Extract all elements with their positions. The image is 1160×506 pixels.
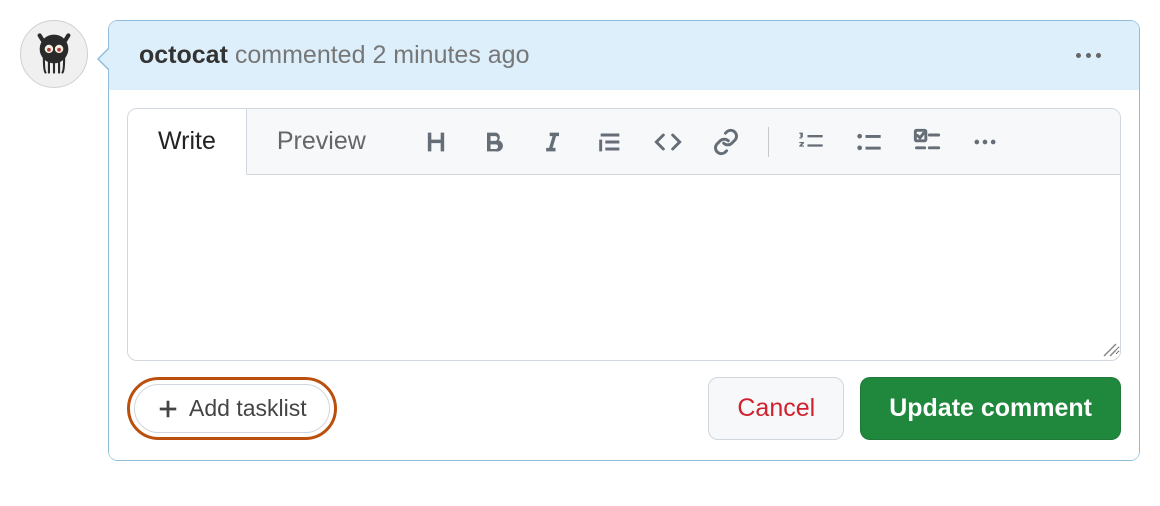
textarea-wrap <box>128 175 1120 360</box>
numbered-list-icon[interactable] <box>795 126 827 158</box>
avatar[interactable] <box>20 20 88 88</box>
bold-icon[interactable] <box>478 126 510 158</box>
formatting-toolbar <box>396 109 1120 174</box>
code-icon[interactable] <box>652 126 684 158</box>
more-icon[interactable] <box>969 126 1001 158</box>
editor-container: Write Preview <box>127 108 1121 361</box>
comment-author[interactable]: octocat <box>139 41 228 69</box>
toolbar-divider <box>768 127 769 157</box>
cancel-button[interactable]: Cancel <box>708 377 844 440</box>
comment-action: commented <box>235 41 366 69</box>
add-tasklist-button[interactable]: Add tasklist <box>134 384 330 433</box>
footer-actions: Cancel Update comment <box>708 377 1121 440</box>
timeline-item: octocat commented 2 minutes ago Write Pr… <box>20 20 1140 461</box>
comment-timestamp: 2 minutes ago <box>372 41 529 69</box>
quote-icon[interactable] <box>594 126 626 158</box>
link-icon[interactable] <box>710 126 742 158</box>
comment-header-text: octocat commented 2 minutes ago <box>139 41 529 70</box>
octocat-icon <box>27 27 81 81</box>
comment-box: octocat commented 2 minutes ago Write Pr… <box>108 20 1140 461</box>
bullet-list-icon[interactable] <box>853 126 885 158</box>
plus-icon <box>157 398 179 420</box>
tab-write[interactable]: Write <box>128 109 247 175</box>
comment-textarea[interactable] <box>128 175 1120 355</box>
kebab-menu-icon[interactable] <box>1068 45 1109 66</box>
tab-preview[interactable]: Preview <box>247 109 396 174</box>
footer-row: Add tasklist Cancel Update comment <box>127 377 1121 440</box>
toolbar-row: Write Preview <box>128 109 1120 175</box>
heading-icon[interactable] <box>420 126 452 158</box>
add-tasklist-highlight: Add tasklist <box>127 377 337 440</box>
comment-body: Write Preview <box>109 90 1139 460</box>
comment-header: octocat commented 2 minutes ago <box>109 21 1139 90</box>
update-comment-button[interactable]: Update comment <box>860 377 1121 440</box>
italic-icon[interactable] <box>536 126 568 158</box>
tasklist-icon[interactable] <box>911 126 943 158</box>
add-tasklist-label: Add tasklist <box>189 395 307 422</box>
